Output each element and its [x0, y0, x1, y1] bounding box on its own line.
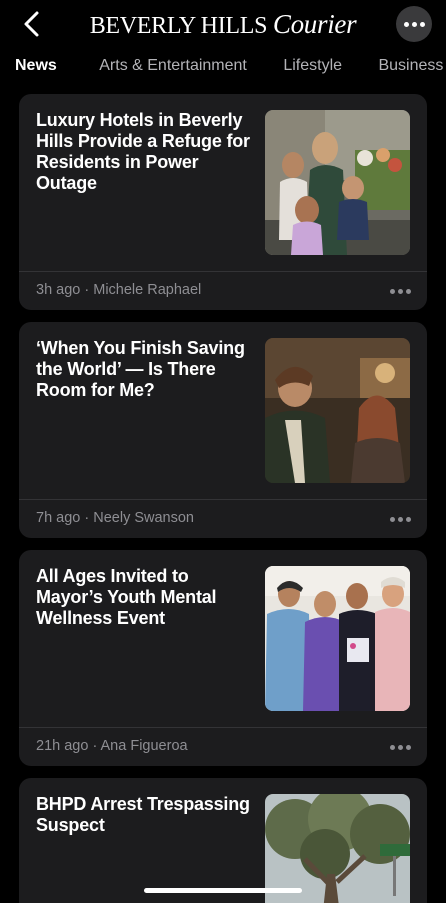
- top-bar: BEVERLY HILLS Courier: [0, 0, 446, 48]
- ellipsis-icon: [390, 745, 395, 750]
- ellipsis-icon-dot: [398, 517, 403, 522]
- article-meta: 3h ago · Michele Raphael: [36, 282, 202, 298]
- article-headline[interactable]: ‘When You Finish Saving the World’ — Is …: [36, 338, 254, 401]
- card-divider: [19, 499, 427, 500]
- tab-lifestyle[interactable]: Lifestyle: [283, 57, 342, 75]
- article-author[interactable]: Michele Raphael: [93, 282, 201, 298]
- section-tabs: News Arts & Entertainment Lifestyle Busi…: [15, 57, 446, 75]
- article-thumbnail[interactable]: [265, 110, 410, 255]
- article-thumbnail[interactable]: [265, 566, 410, 711]
- card-divider: [19, 271, 427, 272]
- more-options-button[interactable]: [396, 6, 432, 42]
- street-tree-photo-image: [265, 794, 410, 903]
- ellipsis-icon-dot: [406, 517, 411, 522]
- ellipsis-icon-dot: [406, 289, 411, 294]
- film-still-image: [265, 338, 410, 483]
- brand-logo-part1: BEVERLY HILLS: [89, 13, 273, 39]
- tab-business[interactable]: Business: [378, 57, 443, 75]
- ellipsis-icon-dot: [398, 289, 403, 294]
- article-author[interactable]: Neely Swanson: [93, 510, 194, 526]
- article-time: 3h ago: [36, 282, 81, 298]
- article-headline[interactable]: Luxury Hotels in Beverly Hills Provide a…: [36, 110, 254, 194]
- article-card[interactable]: All Ages Invited to Mayor’s Youth Mental…: [19, 550, 427, 766]
- article-author[interactable]: Ana Figueroa: [101, 738, 188, 754]
- ellipsis-icon: [390, 517, 395, 522]
- group-photo-image: [265, 566, 410, 711]
- article-card[interactable]: Luxury Hotels in Beverly Hills Provide a…: [19, 94, 427, 310]
- article-more-button[interactable]: [390, 517, 411, 522]
- article-time: 7h ago: [36, 510, 81, 526]
- brand-logo[interactable]: BEVERLY HILLS Courier: [0, 9, 446, 40]
- article-thumbnail[interactable]: [265, 794, 410, 903]
- tab-arts-entertainment[interactable]: Arts & Entertainment: [99, 57, 247, 75]
- article-time: 21h ago: [36, 738, 89, 754]
- article-headline[interactable]: All Ages Invited to Mayor’s Youth Mental…: [36, 566, 254, 629]
- tab-news[interactable]: News: [15, 57, 57, 75]
- article-card[interactable]: BHPD Arrest Trespassing Suspect: [19, 778, 427, 903]
- ellipsis-icon-dot: [406, 745, 411, 750]
- article-more-button[interactable]: [390, 745, 411, 750]
- home-indicator[interactable]: [144, 888, 302, 893]
- ellipsis-icon-dot: [419, 21, 425, 27]
- article-card[interactable]: ‘When You Finish Saving the World’ — Is …: [19, 322, 427, 538]
- ellipsis-icon: [390, 289, 395, 294]
- ellipsis-icon-dot: [398, 745, 403, 750]
- card-divider: [19, 727, 427, 728]
- article-meta: 7h ago · Neely Swanson: [36, 510, 194, 526]
- article-more-button[interactable]: [390, 289, 411, 294]
- brand-logo-part2: Courier: [272, 9, 357, 39]
- ellipsis-icon: [403, 21, 409, 27]
- article-thumbnail[interactable]: [265, 338, 410, 483]
- ellipsis-icon-dot: [411, 21, 417, 27]
- article-headline[interactable]: BHPD Arrest Trespassing Suspect: [36, 794, 254, 836]
- family-photo-image: [265, 110, 410, 255]
- article-feed: Luxury Hotels in Beverly Hills Provide a…: [19, 94, 427, 903]
- article-meta: 21h ago · Ana Figueroa: [36, 738, 188, 754]
